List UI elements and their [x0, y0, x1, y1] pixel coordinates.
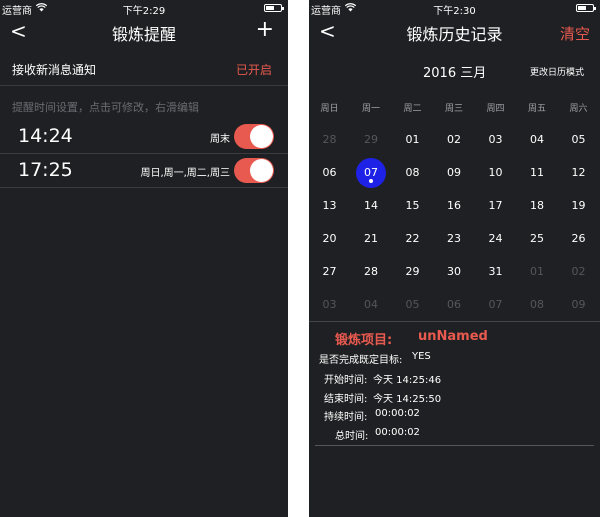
calendar-day[interactable]: 27: [309, 262, 350, 282]
calendar-day-selected[interactable]: 07: [351, 163, 392, 183]
clear-button[interactable]: 清空: [560, 23, 590, 44]
calendar-day[interactable]: 11: [517, 163, 558, 183]
month-label: 2016 三月: [423, 66, 487, 81]
calendar-divider: [309, 321, 600, 322]
weekday-label: 周五: [527, 104, 546, 114]
duration-value: 00:00:02: [375, 408, 420, 419]
start-time-label: 开始时间:: [324, 375, 368, 386]
calendar-day[interactable]: 06: [309, 163, 350, 183]
screen-gap: [288, 0, 309, 517]
calendar-day[interactable]: 03: [309, 295, 350, 315]
calendar-day[interactable]: 08: [392, 163, 433, 183]
reminder-days: 周日,周一,周二,周三: [140, 168, 230, 179]
calendar-day[interactable]: 04: [351, 295, 392, 315]
calendar-day[interactable]: 09: [434, 163, 475, 183]
status-bar: 运营商 下午2:30: [309, 0, 600, 17]
reminder-toggle[interactable]: [234, 124, 274, 149]
calendar-day[interactable]: 25: [517, 229, 558, 249]
toggle-knob: [250, 159, 273, 182]
calendar-day[interactable]: 30: [434, 262, 475, 282]
notification-setting-row[interactable]: 接收新消息通知 已开启: [0, 52, 288, 86]
calendar-day[interactable]: 02: [558, 262, 599, 282]
start-time-value: 今天 14:25:46: [373, 375, 442, 386]
weekday-label: 周四: [486, 104, 505, 114]
notification-label: 接收新消息通知: [12, 63, 97, 77]
end-time-value: 今天 14:25:50: [373, 394, 442, 405]
reminder-row[interactable]: 14:24 周末: [0, 120, 288, 154]
calendar-day[interactable]: 07: [475, 295, 516, 315]
calendar-day[interactable]: 15: [392, 196, 433, 216]
calendar-day[interactable]: 09: [558, 295, 599, 315]
calendar-day[interactable]: 03: [475, 130, 516, 150]
reminder-toggle[interactable]: [234, 158, 274, 183]
weekday-label: 周二: [403, 104, 422, 114]
reminder-screen: 运营商 下午2:29 < 锻炼提醒 + 接收新消息通知 已开启 提醒时间设置，点…: [0, 0, 288, 517]
calendar-day[interactable]: 13: [309, 196, 350, 216]
status-time: 下午2:30: [433, 6, 476, 17]
calendar-day[interactable]: 29: [392, 262, 433, 282]
nav-bar: < 锻炼历史记录 清空: [309, 16, 600, 50]
total-time-label: 总时间:: [335, 431, 369, 442]
weekday-label: 周日: [320, 104, 339, 114]
end-time-label: 结束时间:: [324, 394, 368, 405]
duration-label: 持续时间:: [324, 412, 368, 423]
reminder-row[interactable]: 17:25 周日,周一,周二,周三: [0, 154, 288, 188]
calendar-day[interactable]: 20: [309, 229, 350, 249]
calendar-day[interactable]: 31: [475, 262, 516, 282]
calendar-day[interactable]: 05: [392, 295, 433, 315]
nav-bar: < 锻炼提醒 +: [0, 16, 288, 50]
calendar-day[interactable]: 08: [517, 295, 558, 315]
add-reminder-button[interactable]: +: [256, 18, 274, 42]
calendar-day[interactable]: 22: [392, 229, 433, 249]
history-screen: 运营商 下午2:30 < 锻炼历史记录 清空 2016 三月 更改日历模式 周日…: [309, 0, 600, 517]
calendar-day[interactable]: 06: [434, 295, 475, 315]
calendar-day[interactable]: 01: [392, 130, 433, 150]
page-title: 锻炼提醒: [111, 25, 176, 44]
status-bar: 运营商 下午2:29: [0, 0, 288, 17]
detail-divider: [315, 445, 594, 446]
calendar-day[interactable]: 05: [558, 130, 599, 150]
notification-status: 已开启: [235, 63, 272, 77]
battery-fill: [266, 6, 275, 10]
status-time: 下午2:29: [122, 6, 166, 17]
calendar-day[interactable]: 18: [517, 196, 558, 216]
calendar-day[interactable]: 29: [351, 130, 392, 150]
exercise-name: unNamed: [418, 329, 488, 344]
calendar-day[interactable]: 21: [351, 229, 392, 249]
weekday-label: 周六: [569, 104, 588, 114]
calendar-day[interactable]: 17: [475, 196, 516, 216]
reminder-time: 17:25: [18, 159, 73, 181]
calendar-day[interactable]: 14: [351, 196, 392, 216]
battery-fill: [578, 6, 587, 10]
calendar-header: 2016 三月 更改日历模式: [309, 60, 600, 82]
calendar-day[interactable]: 24: [475, 229, 516, 249]
calendar-day[interactable]: 19: [558, 196, 599, 216]
reminder-days: 周末: [210, 134, 230, 145]
toggle-knob: [250, 125, 273, 148]
reminder-time: 14:24: [18, 125, 73, 147]
goal-value: YES: [412, 351, 431, 362]
weekday-label: 周三: [444, 104, 463, 114]
calendar-day[interactable]: 28: [309, 130, 350, 150]
battery-icon: [576, 4, 596, 12]
total-time-value: 00:00:02: [375, 427, 420, 438]
calendar-day[interactable]: 01: [517, 262, 558, 282]
reminder-hint: 提醒时间设置，点击可修改，右滑编辑: [12, 101, 199, 114]
calendar-day[interactable]: 10: [475, 163, 516, 183]
calendar-day[interactable]: 23: [434, 229, 475, 249]
calendar-day[interactable]: 26: [558, 229, 599, 249]
calendar-day[interactable]: 02: [434, 130, 475, 150]
page-title: 锻炼历史记录: [406, 25, 503, 44]
exercise-label: 锻炼项目:: [335, 333, 393, 348]
battery-icon: [264, 4, 284, 12]
weekday-label: 周一: [361, 104, 380, 114]
change-calendar-mode-button[interactable]: 更改日历模式: [530, 65, 584, 78]
calendar-day[interactable]: 28: [351, 262, 392, 282]
calendar-day[interactable]: 16: [434, 196, 475, 216]
calendar-day[interactable]: 12: [558, 163, 599, 183]
calendar-day[interactable]: 04: [517, 130, 558, 150]
goal-label: 是否完成既定目标:: [319, 355, 403, 366]
